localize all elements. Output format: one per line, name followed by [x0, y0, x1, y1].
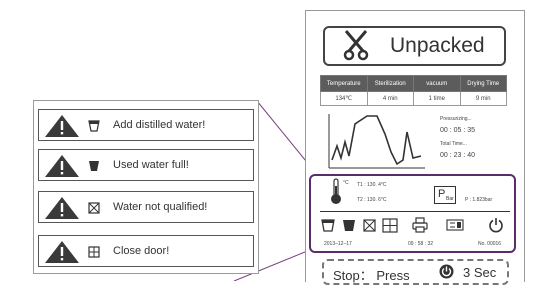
usb-drive-icon [446, 219, 464, 231]
thermometer-icon [331, 178, 341, 204]
power-icon [439, 264, 454, 279]
cycle-number: No. 00016 [478, 241, 502, 247]
pressurizing-value: 00 : 05 : 35 [440, 127, 476, 134]
header-temperature: Temperature [320, 75, 368, 92]
cup-icon [88, 120, 100, 132]
alert-label: Close door! [113, 245, 170, 257]
alert-close-door[interactable]: Close door! [38, 235, 254, 267]
alert-water-full[interactable]: Used water full! [38, 149, 254, 181]
header-vacuum: vacuum [413, 75, 461, 92]
pressurizing-label: Pressurizing... [440, 116, 472, 122]
warning-icon [45, 197, 79, 219]
bucket-full-icon [89, 161, 99, 171]
temp-t1: T1 : 130. 4°C [357, 182, 387, 188]
process-graph [328, 114, 425, 169]
water-x-icon [363, 219, 376, 232]
alert-add-water[interactable]: Add distilled water! [38, 109, 254, 141]
value-drying-time: 9 min [459, 91, 507, 106]
pressure-value: P : 1.823bar [465, 197, 493, 203]
value-temperature: 134℃ [320, 91, 368, 106]
alert-label: Add distilled water! [113, 119, 206, 131]
total-time-label: Total Time... [440, 141, 467, 147]
alert-label: Used water full! [113, 159, 189, 171]
temp-unit: °C [343, 180, 349, 186]
temp-t2: T2 : 130. 6°C [357, 197, 387, 203]
date-display: 2013–12–17 [324, 241, 352, 247]
warning-icon [45, 155, 79, 177]
time-display: 09 : 58 : 32 [408, 241, 434, 247]
value-sterilization: 4 min [366, 91, 414, 106]
alert-label: Water not qualified! [113, 201, 208, 213]
pressure-icon: P Bar [434, 186, 456, 204]
header-sterilization: Sterilization [366, 75, 414, 92]
alert-panel: Add distilled water! Used water full! Wa… [33, 100, 259, 274]
power-icon[interactable] [488, 217, 504, 233]
warning-icon [45, 115, 79, 137]
total-time-value: 00 : 23 : 40 [440, 152, 476, 159]
header-drying-time: Drying Time [459, 75, 507, 92]
bucket-full-icon [343, 220, 355, 231]
stop-label: Stop： Press [333, 268, 410, 283]
value-vacuum: 1 time [413, 91, 461, 106]
status-title: Unpacked [390, 34, 485, 57]
divider [320, 211, 510, 212]
warning-icon [45, 241, 79, 263]
parameter-table: Temperature Sterilization vacuum Drying … [320, 75, 507, 106]
cup-icon [321, 219, 335, 232]
door-icon [382, 218, 398, 233]
alert-water-quality[interactable]: Water not qualified! [38, 191, 254, 223]
stop-duration: 3 Sec [463, 265, 497, 280]
door-icon [88, 246, 100, 258]
scissors-icon [343, 30, 369, 61]
water-x-icon [88, 202, 100, 214]
printer-icon [412, 217, 428, 233]
